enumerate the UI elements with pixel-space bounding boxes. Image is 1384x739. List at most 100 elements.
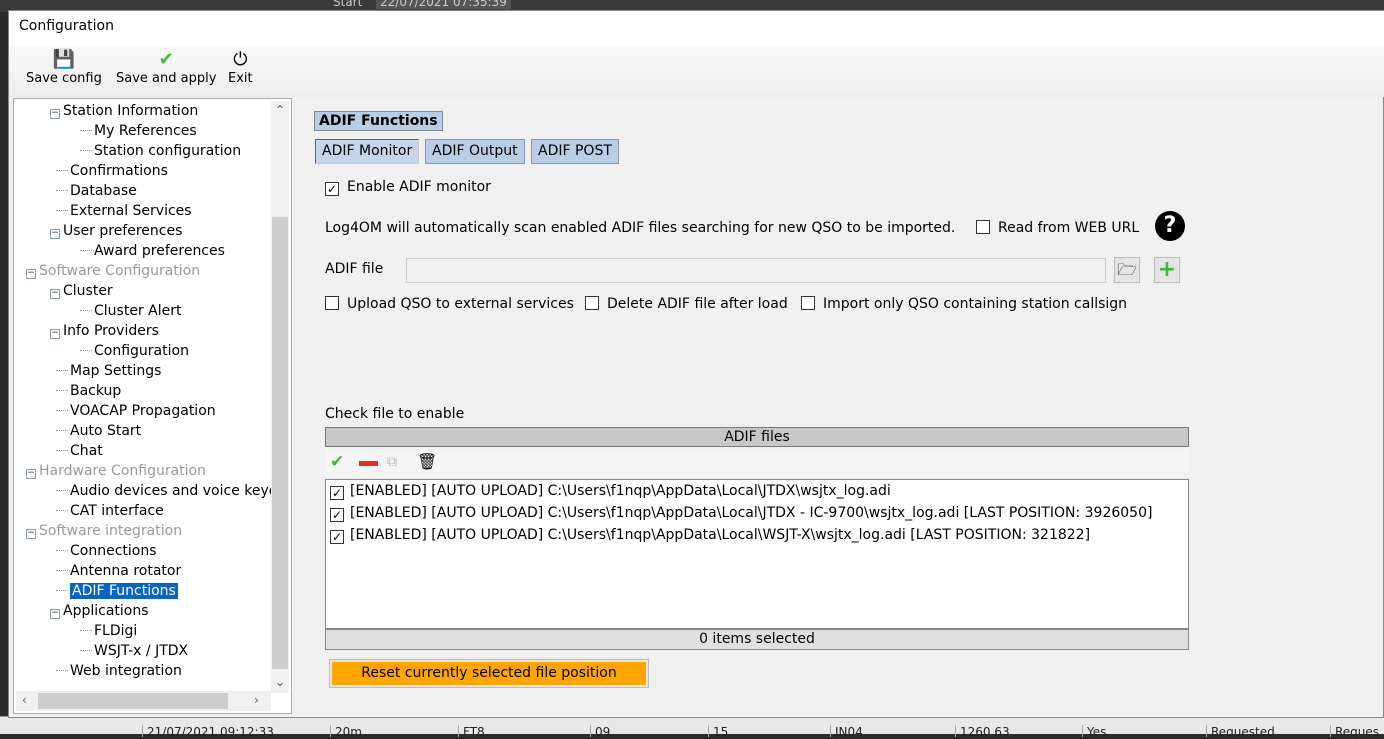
file-enable-checkbox[interactable]: ✓ <box>330 508 344 522</box>
tree-item[interactable]: − Software Configuration <box>26 261 200 281</box>
tree-item[interactable]: CAT interface <box>50 501 164 521</box>
check-file-hint: Check file to enable <box>325 406 465 422</box>
tab-adif-output[interactable]: ADIF Output <box>425 139 525 164</box>
tab-adif-post[interactable]: ADIF POST <box>531 139 619 164</box>
help-icon[interactable]: ? <box>1155 211 1185 241</box>
collapse-icon[interactable]: − <box>26 469 36 479</box>
read-from-web-url-checkbox[interactable]: Read from WEB URL <box>976 220 1139 236</box>
trash-icon[interactable]: 🗑 <box>417 452 437 471</box>
add-file-button[interactable]: + <box>1154 257 1180 283</box>
tree-connector <box>80 250 92 251</box>
file-list-item[interactable]: ✓ [ENABLED] [AUTO UPLOAD] C:\Users\f1nqp\… <box>330 524 1090 546</box>
tree-item[interactable]: VOACAP Propagation <box>50 401 216 421</box>
disable-minus-icon[interactable] <box>359 461 378 466</box>
tab-adif-monitor[interactable]: ADIF Monitor <box>315 139 420 164</box>
tree-item[interactable]: Database <box>50 181 137 201</box>
scroll-right-icon[interactable]: › <box>254 693 259 707</box>
checkbox-unchecked[interactable] <box>976 220 990 234</box>
tree-item-label: User preferences <box>63 223 183 239</box>
collapse-icon[interactable]: − <box>50 289 60 299</box>
checkbox-unchecked[interactable] <box>801 296 815 310</box>
scroll-left-icon[interactable]: ‹ <box>22 693 27 707</box>
tree-item-label: Audio devices and voice keyer <box>70 483 284 499</box>
tree-item[interactable]: Antenna rotator <box>50 561 181 581</box>
delete-adif-after-load-checkbox[interactable]: Delete ADIF file after load <box>585 296 788 312</box>
enable-checkmark-icon[interactable]: ✔ <box>330 452 344 472</box>
tree-horizontal-scrollbar[interactable]: ‹ › <box>16 691 271 711</box>
scrollbar-thumb[interactable] <box>38 693 228 709</box>
collapse-icon[interactable]: − <box>50 109 60 119</box>
collapse-icon[interactable]: − <box>26 529 36 539</box>
adif-file-input[interactable] <box>406 258 1106 283</box>
log-cell: 15 <box>708 725 728 739</box>
tree-item[interactable]: Confirmations <box>50 161 168 181</box>
save-config-label: Save config <box>26 71 102 86</box>
tree-item[interactable]: Award preferences <box>74 241 225 261</box>
checkbox-unchecked[interactable] <box>325 296 339 310</box>
tree-connector <box>56 170 68 171</box>
start-label: Start <box>333 0 363 9</box>
tree-item-label: Station configuration <box>94 143 242 159</box>
adif-files-list[interactable]: ✓ [ENABLED] [AUTO UPLOAD] C:\Users\f1nqp\… <box>325 479 1189 629</box>
tree-connector <box>80 650 92 651</box>
file-enable-checkbox[interactable]: ✓ <box>330 486 344 500</box>
tree-item[interactable]: External Services <box>50 201 192 221</box>
tree-item[interactable]: Auto Start <box>50 421 141 441</box>
tree-item[interactable]: − Cluster <box>50 281 113 301</box>
toolbar: 💾 Save config ✔ Save and apply ⏻ Exit <box>9 45 1384 97</box>
collapse-icon[interactable]: − <box>26 269 36 279</box>
tree-item[interactable]: FLDigi <box>74 621 137 641</box>
tree-item[interactable]: Chat <box>50 441 103 461</box>
exit-button[interactable]: ⏻ Exit <box>228 49 253 86</box>
tree-item[interactable]: WSJT-x / JTDX <box>74 641 188 661</box>
tree-item[interactable]: − Applications <box>50 601 149 621</box>
tree-item[interactable]: Backup <box>50 381 121 401</box>
collapse-icon[interactable]: − <box>50 229 60 239</box>
collapse-icon[interactable]: − <box>50 609 60 619</box>
tree-item[interactable]: Cluster Alert <box>74 301 181 321</box>
save-and-apply-label: Save and apply <box>116 71 217 86</box>
tree-item[interactable]: − Hardware Configuration <box>26 461 206 481</box>
tree-item-label: Backup <box>70 383 122 399</box>
scrollbar-thumb[interactable] <box>272 217 288 669</box>
tree-item[interactable]: Audio devices and voice keyer <box>50 481 283 501</box>
tree-item[interactable]: − Station Information <box>50 101 198 121</box>
collapse-icon[interactable]: − <box>50 329 60 339</box>
duplicate-icon[interactable]: ⧉ <box>387 454 397 470</box>
settings-tree[interactable]: − Station Information My References Station… <box>13 98 292 714</box>
reset-file-position-button[interactable]: Reset currently selected file position <box>329 659 649 688</box>
log-cell: Yes <box>1082 725 1106 739</box>
checkbox-checked[interactable]: ✓ <box>325 182 339 196</box>
tree-item[interactable]: − User preferences <box>50 221 182 241</box>
checkbox-unchecked[interactable] <box>585 296 599 310</box>
checkbox-label: Enable ADIF monitor <box>347 179 491 195</box>
upload-qso-checkbox[interactable]: Upload QSO to external services <box>325 296 574 312</box>
file-enable-checkbox[interactable]: ✓ <box>330 530 344 544</box>
plus-icon: + <box>1157 257 1177 282</box>
tree-item[interactable]: Connections <box>50 541 157 561</box>
tree-item-label: Hardware Configuration <box>39 463 206 479</box>
scroll-up-icon[interactable]: ⌃ <box>275 103 285 117</box>
tree-item-label: Web integration <box>70 663 182 679</box>
scroll-down-icon[interactable]: ⌄ <box>275 675 285 689</box>
file-list-item[interactable]: ✓ [ENABLED] [AUTO UPLOAD] C:\Users\f1nqp\… <box>330 502 1152 524</box>
save-and-apply-button[interactable]: ✔ Save and apply <box>116 49 216 86</box>
tree-item[interactable]: My References <box>74 121 197 141</box>
save-config-button[interactable]: 💾 Save config <box>26 49 102 86</box>
tree-vertical-scrollbar[interactable]: ⌃ ⌄ <box>271 101 289 693</box>
tree-connector <box>56 370 68 371</box>
tree-item[interactable]: − Info Providers <box>50 321 159 341</box>
tree-item[interactable]: ADIF Functions <box>50 581 178 601</box>
enable-adif-monitor-checkbox[interactable]: ✓ Enable ADIF monitor <box>325 179 491 196</box>
tree-connector <box>56 510 68 511</box>
tree-item[interactable]: Configuration <box>74 341 189 361</box>
browse-folder-button[interactable]: 🗁 <box>1114 257 1140 283</box>
checkbox-label: Import only QSO containing station calls… <box>823 296 1128 312</box>
import-only-station-callsign-checkbox[interactable]: Import only QSO containing station calls… <box>801 296 1127 312</box>
start-datetime-field[interactable]: 22/07/2021 07:35:39 <box>376 0 511 9</box>
tree-item[interactable]: Map Settings <box>50 361 161 381</box>
file-list-item[interactable]: ✓ [ENABLED] [AUTO UPLOAD] C:\Users\f1nqp\… <box>330 480 891 502</box>
tree-item[interactable]: Station configuration <box>74 141 241 161</box>
tree-item[interactable]: Web integration <box>50 661 182 681</box>
tree-item[interactable]: − Software integration <box>26 521 182 541</box>
